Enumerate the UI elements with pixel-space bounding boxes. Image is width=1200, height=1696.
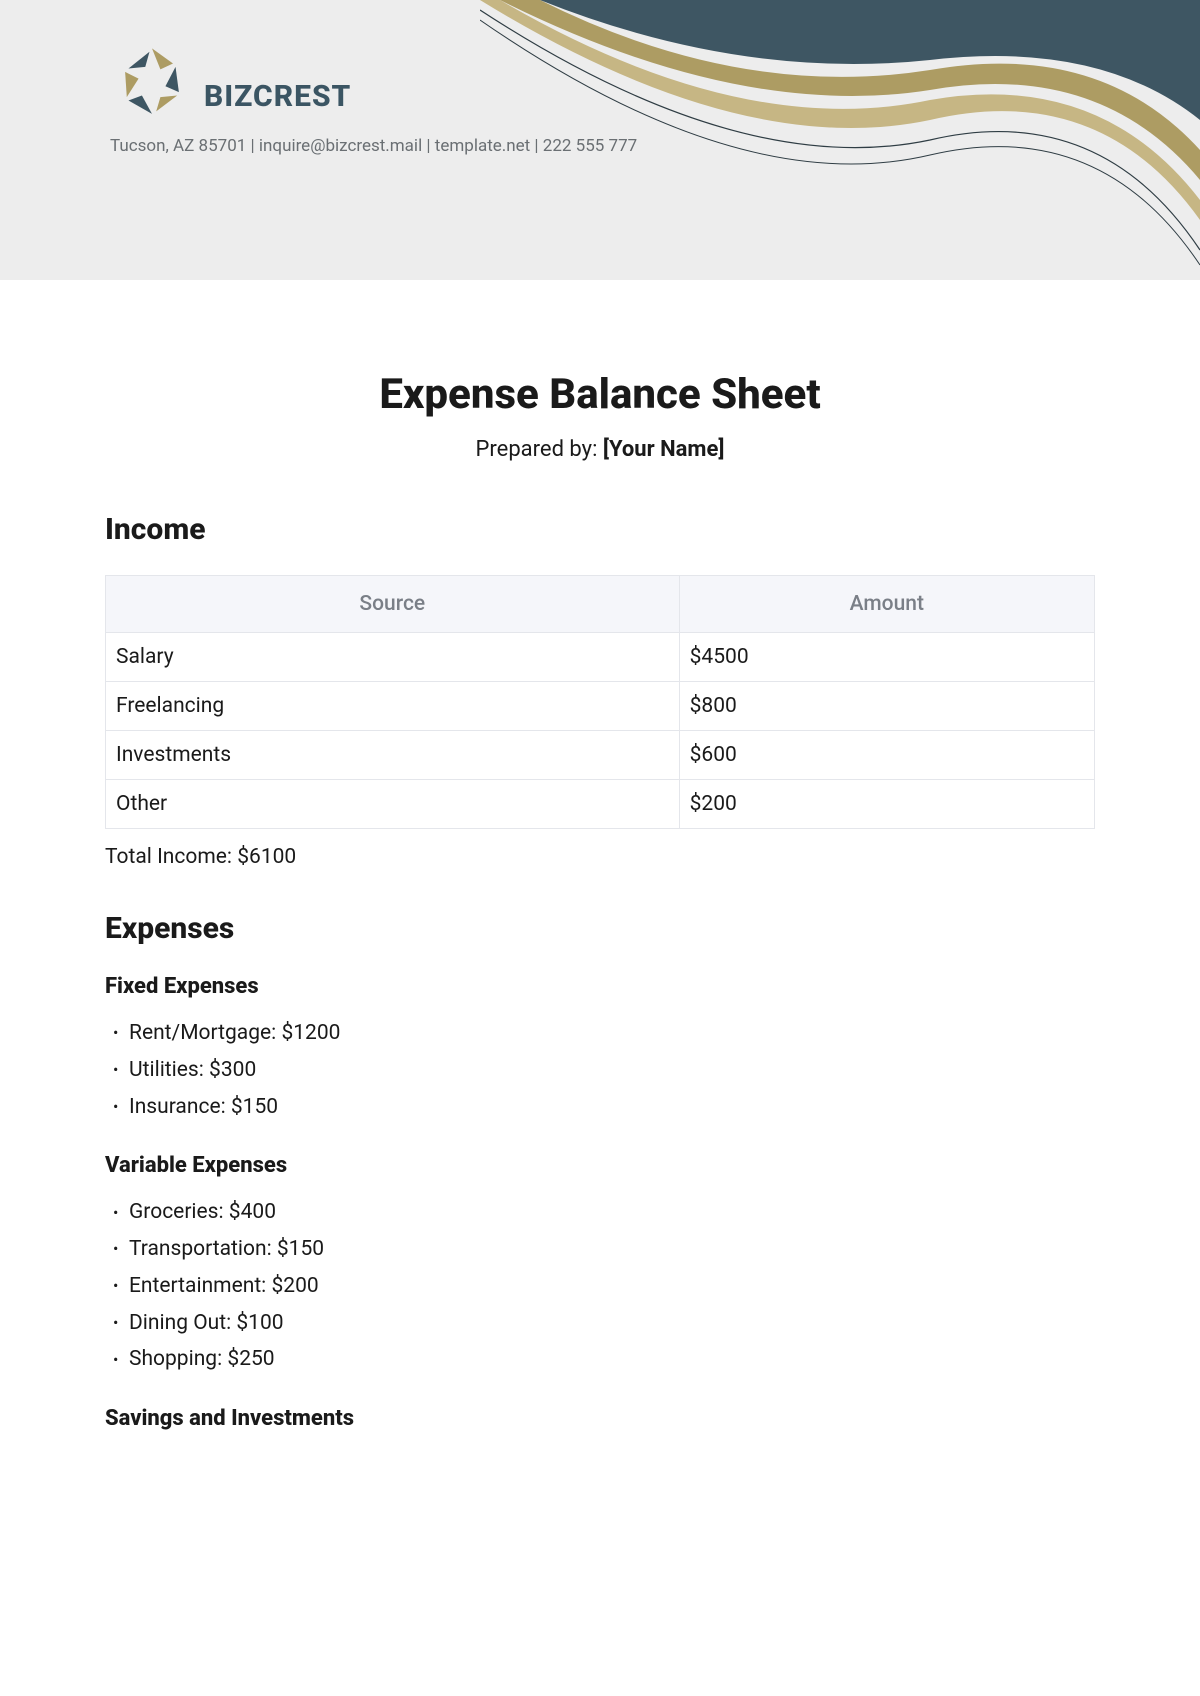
income-source: Investments xyxy=(106,731,680,780)
income-source: Freelancing xyxy=(106,682,680,731)
income-amount: $200 xyxy=(679,780,1094,829)
contact-line: Tucson, AZ 85701 | inquire@bizcrest.mail… xyxy=(110,136,637,156)
total-income: Total Income: $6100 xyxy=(105,845,1095,869)
brand-name: BIZCREST xyxy=(204,79,351,114)
savings-heading: Savings and Investments xyxy=(105,1406,1095,1431)
income-source: Salary xyxy=(106,633,680,682)
income-col-amount: Amount xyxy=(679,576,1094,633)
income-heading: Income xyxy=(105,512,1095,547)
list-item: Shopping: $250 xyxy=(113,1341,1095,1378)
document-body: Expense Balance Sheet Prepared by: [Your… xyxy=(0,280,1200,1487)
list-item: Utilities: $300 xyxy=(113,1052,1095,1089)
income-amount: $4500 xyxy=(679,633,1094,682)
list-item: Insurance: $150 xyxy=(113,1089,1095,1126)
list-item: Transportation: $150 xyxy=(113,1231,1095,1268)
table-row: Other $200 xyxy=(106,780,1095,829)
variable-list: Groceries: $400 Transportation: $150 Ent… xyxy=(105,1194,1095,1378)
income-source: Other xyxy=(106,780,680,829)
income-col-source: Source xyxy=(106,576,680,633)
prepared-value: [Your Name] xyxy=(603,437,725,462)
income-amount: $600 xyxy=(679,731,1094,780)
list-item: Dining Out: $100 xyxy=(113,1305,1095,1342)
expenses-heading: Expenses xyxy=(105,911,1095,946)
logo-block: BIZCREST Tucson, AZ 85701 | inquire@bizc… xyxy=(110,40,637,156)
fixed-heading: Fixed Expenses xyxy=(105,974,1095,999)
income-amount: $800 xyxy=(679,682,1094,731)
table-row: Investments $600 xyxy=(106,731,1095,780)
list-item: Rent/Mortgage: $1200 xyxy=(113,1015,1095,1052)
table-row: Salary $4500 xyxy=(106,633,1095,682)
prepared-by: Prepared by: [Your Name] xyxy=(105,437,1095,462)
list-item: Groceries: $400 xyxy=(113,1194,1095,1231)
list-item: Entertainment: $200 xyxy=(113,1268,1095,1305)
page-title: Expense Balance Sheet xyxy=(105,370,1095,419)
prepared-label: Prepared by: xyxy=(476,437,603,462)
table-row: Freelancing $800 xyxy=(106,682,1095,731)
header-band: BIZCREST Tucson, AZ 85701 | inquire@bizc… xyxy=(0,0,1200,280)
variable-heading: Variable Expenses xyxy=(105,1153,1095,1178)
logo-icon xyxy=(110,40,194,124)
fixed-list: Rent/Mortgage: $1200 Utilities: $300 Ins… xyxy=(105,1015,1095,1125)
income-table: Source Amount Salary $4500 Freelancing $… xyxy=(105,575,1095,829)
